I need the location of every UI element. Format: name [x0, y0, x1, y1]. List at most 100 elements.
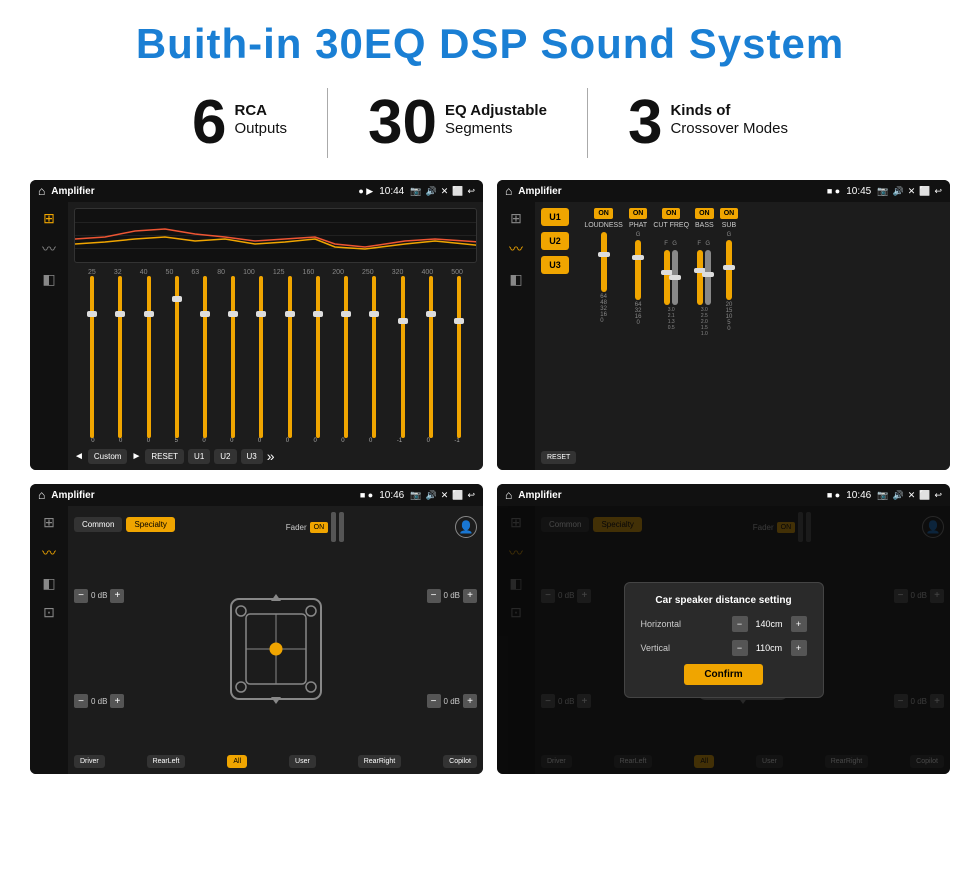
fader-tabs: Common Specialty — [74, 517, 175, 532]
dialog-time: 10:46 — [846, 490, 871, 501]
loudness-on-btn[interactable]: ON — [594, 208, 613, 219]
eq-reset-btn[interactable]: RESET — [145, 449, 184, 464]
loudness-vert-slider[interactable] — [601, 232, 607, 292]
bass-g-slider[interactable] — [705, 250, 711, 305]
channel-sub: ON SUB G 20151050 — [720, 208, 739, 464]
crossover-u3-btn[interactable]: U3 — [541, 256, 569, 274]
fader-driver-btn[interactable]: Driver — [74, 755, 105, 768]
eq-slider-7[interactable] — [248, 276, 274, 438]
crossover-content: ⊞ 〰 ◧ U1 U2 U3 RESET ON LOU — [497, 202, 950, 470]
eq-u2-btn[interactable]: U2 — [214, 449, 236, 464]
sub-on-btn[interactable]: ON — [720, 208, 739, 219]
fader-tr-minus[interactable]: − — [427, 589, 441, 603]
sub-vert-slider[interactable] — [726, 240, 732, 300]
eq-prev-icon[interactable]: ◄ — [74, 451, 84, 462]
stat-eq-label: EQ Adjustable Segments — [445, 92, 547, 138]
freq-160: 160 — [303, 269, 315, 276]
crossover-reset-btn[interactable]: RESET — [541, 451, 576, 464]
dialog-vertical-plus[interactable]: + — [791, 640, 807, 656]
confirm-button[interactable]: Confirm — [684, 664, 762, 685]
fader-sidebar-icon-1[interactable]: ⊞ — [43, 514, 55, 531]
eq-next-icon[interactable]: ► — [131, 451, 141, 462]
fader-bl-minus[interactable]: − — [74, 694, 88, 708]
eq-custom-btn[interactable]: Custom — [88, 449, 128, 464]
fader-on-btn[interactable]: ON — [310, 522, 329, 533]
dialog-back-icon[interactable]: ↩ — [934, 490, 942, 501]
eq-slider-12[interactable] — [389, 276, 415, 438]
cutfreq-g-slider[interactable] — [672, 250, 678, 305]
eq-slider-13[interactable] — [418, 276, 444, 438]
stat-eq-number: 30 — [368, 92, 437, 154]
fader-br-minus[interactable]: − — [427, 694, 441, 708]
fader-bl-plus[interactable]: + — [110, 694, 124, 708]
fader-user-btn[interactable]: User — [289, 755, 316, 768]
loudness-slider: 644832160 — [600, 232, 607, 464]
fader-rearleft-btn[interactable]: RearLeft — [147, 755, 186, 768]
dialog-vertical-minus[interactable]: − — [732, 640, 748, 656]
fader-tab-specialty[interactable]: Specialty — [126, 517, 174, 532]
dialog-home-icon[interactable]: ⌂ — [505, 488, 512, 502]
stat-crossover-main: Kinds of — [670, 102, 788, 120]
crossover-sidebar: ⊞ 〰 ◧ — [497, 202, 535, 470]
stat-crossover: 3 Kinds of Crossover Modes — [588, 92, 828, 154]
dialog-horizontal-plus[interactable]: + — [791, 616, 807, 632]
eq-slider-5[interactable] — [192, 276, 218, 438]
phat-vert-slider[interactable] — [635, 240, 641, 300]
eq-slider-3[interactable] — [135, 276, 161, 438]
freq-100: 100 — [243, 269, 255, 276]
crossover-screen: ⌂ Amplifier ■ ● 10:45 📷 🔊 ✕ ⬜ ↩ ⊞ 〰 ◧ — [497, 180, 950, 470]
crossover-home-icon[interactable]: ⌂ — [505, 184, 512, 198]
phat-on-btn[interactable]: ON — [629, 208, 648, 219]
crossover-back-icon[interactable]: ↩ — [934, 186, 942, 197]
fader-status-bar: ⌂ Amplifier ■ ● 10:46 📷 🔊 ✕ ⬜ ↩ — [30, 484, 483, 506]
freq-125: 125 — [273, 269, 285, 276]
fader-all-btn[interactable]: All — [227, 755, 247, 768]
eq-slider-6[interactable] — [220, 276, 246, 438]
eq-slider-14[interactable] — [446, 276, 472, 438]
freq-250: 250 — [362, 269, 374, 276]
crossover-u2-btn[interactable]: U2 — [541, 232, 569, 250]
eq-u3-btn[interactable]: U3 — [241, 449, 263, 464]
fader-copilot-btn[interactable]: Copilot — [443, 755, 477, 768]
back-icon[interactable]: ↩ — [467, 186, 475, 197]
eq-more-icon[interactable]: » — [267, 448, 275, 464]
fader-tl-minus[interactable]: − — [74, 589, 88, 603]
fader-left-controls: − 0 dB + − 0 dB + — [74, 546, 124, 751]
eq-u1-btn[interactable]: U1 — [188, 449, 210, 464]
fader-tab-common[interactable]: Common — [74, 517, 122, 532]
crossover-sidebar-icon-1[interactable]: ⊞ — [510, 210, 522, 227]
crossover-status-icons: 📷 🔊 ✕ ⬜ ↩ — [877, 186, 942, 197]
eq-slider-8[interactable] — [277, 276, 303, 438]
eq-slider-4[interactable] — [164, 276, 190, 438]
home-icon[interactable]: ⌂ — [38, 184, 45, 198]
eq-slider-11[interactable] — [361, 276, 387, 438]
fader-br-plus[interactable]: + — [463, 694, 477, 708]
dialog-horizontal-label: Horizontal — [641, 619, 682, 629]
cutfreq-on-btn[interactable]: ON — [662, 208, 681, 219]
eq-sidebar-icon-1[interactable]: ⊞ — [43, 210, 55, 227]
fader-sidebar-icon-4[interactable]: ⊡ — [43, 604, 55, 621]
crossover-sidebar-icon-3[interactable]: ◧ — [509, 271, 522, 288]
eq-sidebar-icon-3[interactable]: ◧ — [42, 271, 55, 288]
eq-slider-1[interactable] — [79, 276, 105, 438]
eq-sliders-row — [74, 276, 477, 438]
fader-sidebar-icon-3[interactable]: ◧ — [42, 575, 55, 592]
eq-slider-2[interactable] — [107, 276, 133, 438]
crossover-sidebar-icon-2[interactable]: 〰 — [509, 239, 523, 259]
bass-on-btn[interactable]: ON — [695, 208, 714, 219]
dialog-horizontal-minus[interactable]: − — [732, 616, 748, 632]
crossover-u1-btn[interactable]: U1 — [541, 208, 569, 226]
fader-back-icon[interactable]: ↩ — [467, 490, 475, 501]
eq-slider-9[interactable] — [305, 276, 331, 438]
fader-tl-plus[interactable]: + — [110, 589, 124, 603]
fader-tr-plus[interactable]: + — [463, 589, 477, 603]
eq-sidebar-icon-2[interactable]: 〰 — [42, 239, 56, 259]
bass-f-slider[interactable] — [697, 250, 703, 305]
fader-home-icon[interactable]: ⌂ — [38, 488, 45, 502]
fader-rearright-btn[interactable]: RearRight — [358, 755, 402, 768]
stat-rca-number: 6 — [192, 92, 226, 154]
eq-slider-10[interactable] — [333, 276, 359, 438]
eq-screen: ⌂ Amplifier ● ▶ 10:44 📷 🔊 ✕ ⬜ ↩ ⊞ 〰 ◧ — [30, 180, 483, 470]
fader-sidebar-icon-2[interactable]: 〰 — [42, 543, 56, 563]
eq-content: ⊞ 〰 ◧ — [30, 202, 483, 470]
